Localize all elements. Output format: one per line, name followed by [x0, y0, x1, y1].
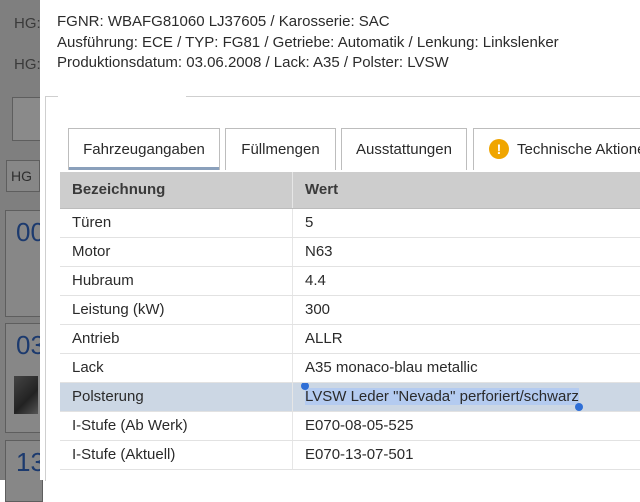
- vehicle-header-line: FGNR: WBAFG81060 LJ37605 / Karosserie: S…: [57, 13, 390, 30]
- background-card: 13: [5, 440, 43, 502]
- row-label: Leistung (kW): [60, 296, 293, 324]
- background-hg-label: HG:: [14, 15, 41, 32]
- row-value: 300: [305, 301, 331, 318]
- row-label: Motor: [60, 238, 293, 266]
- selected-text-value: LVSW Leder "Nevada" perforiert/schwarz: [305, 388, 579, 405]
- background-hg-label: HG:: [14, 56, 41, 73]
- tab-label: Technische Aktione: [517, 141, 640, 158]
- background-hg-button: HG: [6, 160, 40, 192]
- row-label: I-Stufe (Ab Werk): [60, 412, 293, 440]
- table-row[interactable]: Hubraum 4.4: [60, 267, 640, 296]
- table-row[interactable]: Motor N63: [60, 238, 640, 267]
- tab-fuellmengen[interactable]: Füllmengen: [225, 128, 336, 170]
- background-card: 00: [5, 210, 43, 317]
- selected-text[interactable]: LVSW Leder "Nevada" perforiert/schwarz: [301, 383, 583, 411]
- row-value: A35 monaco-blau metallic: [305, 359, 478, 376]
- row-value: E070-13-07-501: [305, 446, 414, 463]
- vehicle-header-line: Ausführung: ECE / TYP: FG81 / Getriebe: …: [57, 33, 559, 51]
- row-value: LVSW Leder "Nevada" perforiert/schwarz: [293, 383, 640, 411]
- row-label: Hubraum: [60, 267, 293, 295]
- column-header-bezeichnung[interactable]: Bezeichnung: [60, 172, 293, 208]
- vehicle-details-dialog: FGNR: WBAFG81060 LJ37605 / Karosserie: S…: [40, 0, 640, 481]
- table-row[interactable]: Leistung (kW) 300: [60, 296, 640, 325]
- table-row[interactable]: Antrieb ALLR: [60, 325, 640, 354]
- row-label: I-Stufe (Aktuell): [60, 441, 293, 469]
- warning-icon: !: [489, 139, 509, 160]
- row-label: Lack: [60, 354, 293, 382]
- tab-technische-aktionen[interactable]: ! Technische Aktione: [473, 128, 640, 170]
- panel-notch: [58, 94, 186, 98]
- background-card-number: 13: [16, 447, 43, 477]
- tab-fahrzeugangaben[interactable]: Fahrzeugangaben: [68, 128, 220, 170]
- background-card: 03: [5, 323, 43, 433]
- background-input-box: [12, 97, 42, 141]
- row-label: Antrieb: [60, 325, 293, 353]
- row-label: Türen: [60, 209, 293, 237]
- background-card-number: 03: [16, 330, 43, 360]
- column-header-wert[interactable]: Wert: [293, 172, 640, 208]
- tab-label: Füllmengen: [241, 141, 320, 158]
- table-row[interactable]: Lack A35 monaco-blau metallic: [60, 354, 640, 383]
- selection-end-handle[interactable]: [574, 403, 583, 411]
- table-row[interactable]: Türen 5: [60, 209, 640, 238]
- table-row-selected[interactable]: Polsterung LVSW Leder "Nevada" perforier…: [60, 383, 640, 412]
- row-value: E070-08-05-525: [305, 417, 414, 434]
- table-header: Bezeichnung Wert: [60, 172, 640, 209]
- tab-ausstattungen[interactable]: Ausstattungen: [341, 128, 467, 170]
- vehicle-data-table: Bezeichnung Wert Türen 5 Motor N63 Hubra…: [60, 172, 640, 470]
- vehicle-header-line: Produktionsdatum: 03.06.2008 / Lack: A35…: [57, 54, 449, 71]
- row-label: Polsterung: [60, 383, 293, 411]
- background-card-thumbnail: [14, 376, 38, 414]
- row-value: ALLR: [305, 330, 343, 347]
- table-row[interactable]: I-Stufe (Aktuell) E070-13-07-501: [60, 441, 640, 470]
- table-row[interactable]: I-Stufe (Ab Werk) E070-08-05-525: [60, 412, 640, 441]
- row-value: N63: [305, 243, 333, 260]
- background-card-number: 00: [16, 217, 43, 247]
- vehicle-header: FGNR: WBAFG81060 LJ37605 / Karosserie: S…: [57, 12, 559, 74]
- tab-label: Fahrzeugangaben: [83, 141, 205, 158]
- row-value: 5: [305, 214, 314, 231]
- row-value: 4.4: [305, 272, 326, 289]
- tab-label: Ausstattungen: [356, 141, 452, 158]
